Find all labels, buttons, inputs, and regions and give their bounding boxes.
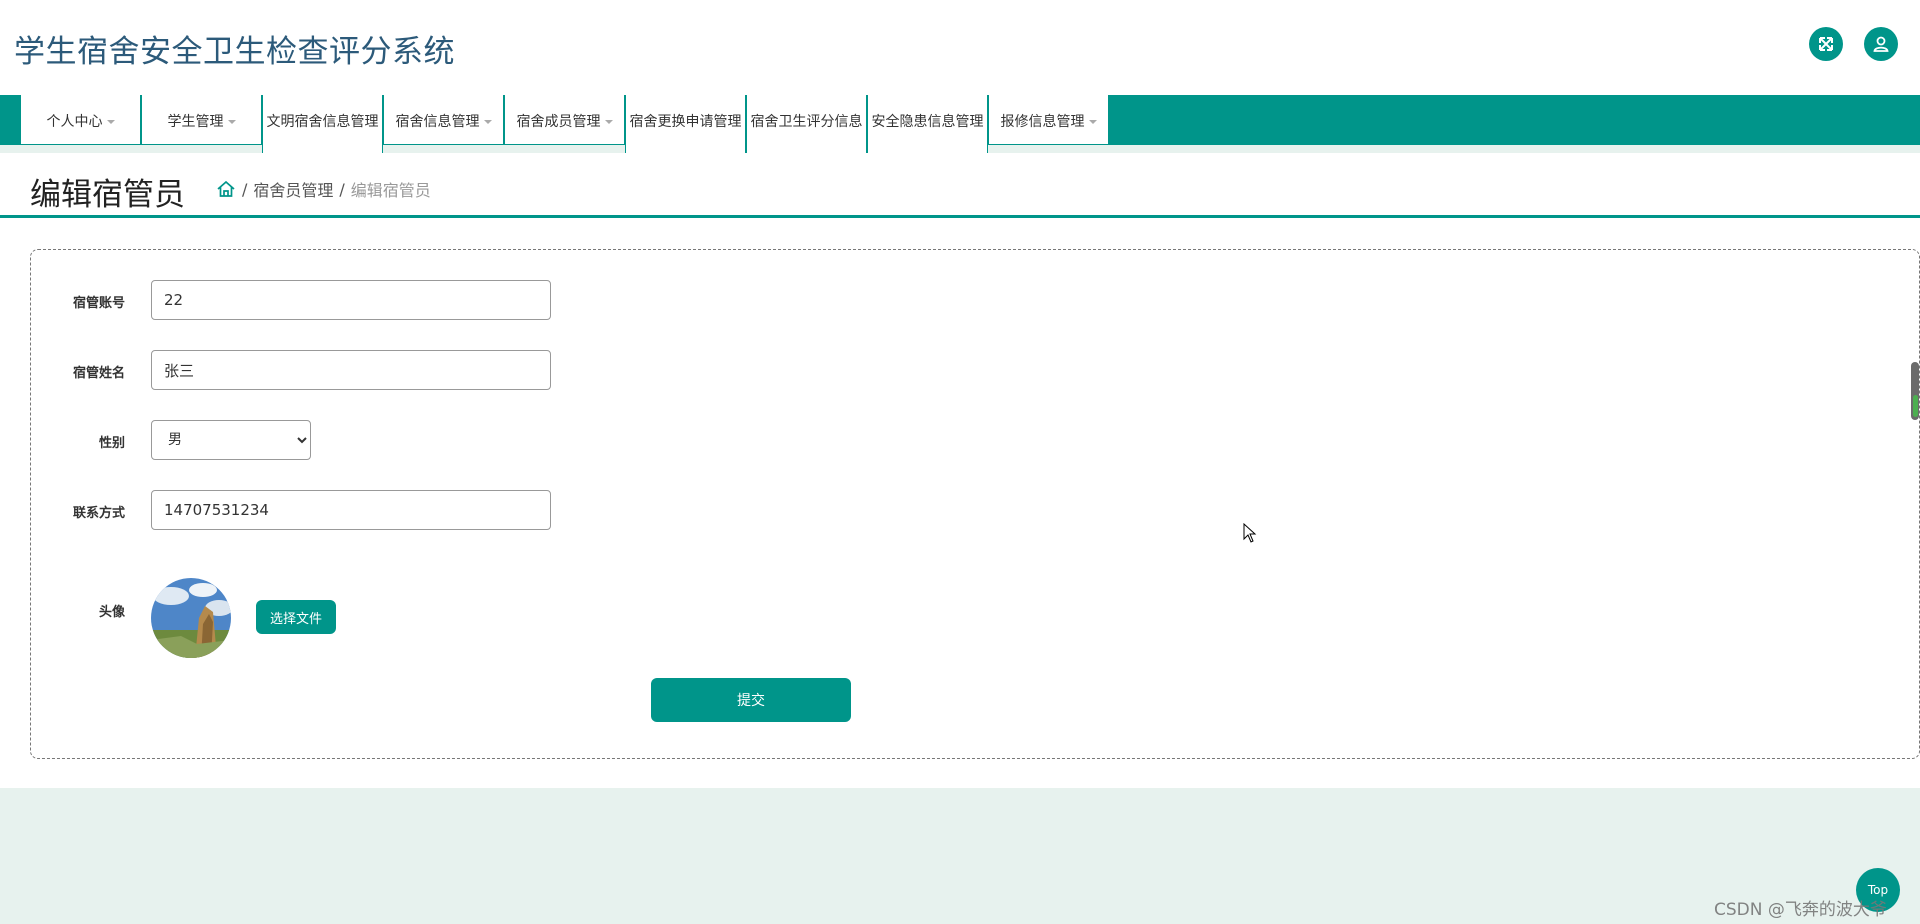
breadcrumb-parent[interactable]: 宿舍员管理: [253, 177, 333, 201]
scrollbar-indicator: [1913, 395, 1918, 417]
caret-down-icon: [604, 120, 613, 124]
caret-down-icon: [1088, 120, 1097, 124]
gender-label: 性别: [98, 436, 125, 451]
user-icon: [1873, 36, 1889, 52]
contact-label: 联系方式: [72, 506, 125, 521]
account-input[interactable]: [151, 280, 551, 320]
nav-item-dorm-info[interactable]: 宿舍信息管理: [383, 95, 504, 145]
avatar-image: [151, 578, 231, 658]
page-header: 编辑宿管员 / 宿舍员管理 / 编辑宿管员: [0, 153, 1920, 218]
nav-label: 文明宿舍信息管理: [266, 114, 379, 130]
name-label: 宿管姓名: [72, 366, 125, 381]
nav-label: 安全隐患信息管理: [871, 114, 984, 130]
breadcrumb-current: 编辑宿管员: [350, 181, 431, 200]
caret-down-icon: [227, 120, 236, 124]
home-icon[interactable]: [216, 179, 236, 199]
nav-item-personal-center[interactable]: 个人中心: [20, 95, 141, 145]
nav-label: 宿舍信息管理: [395, 114, 480, 130]
caret-down-icon: [483, 120, 492, 124]
gender-select[interactable]: 男: [151, 420, 311, 460]
nav-label: 学生管理: [167, 114, 224, 130]
nav-label: 宿舍成员管理: [516, 114, 601, 130]
avatar-label: 头像: [98, 605, 125, 620]
nav-label: 个人中心: [46, 114, 103, 130]
contact-input[interactable]: [151, 490, 551, 530]
breadcrumb: / 宿舍员管理 / 编辑宿管员: [216, 177, 431, 201]
avatar: [151, 578, 231, 658]
fullscreen-icon: [1819, 37, 1833, 51]
choose-file-button[interactable]: 选择文件: [256, 600, 336, 634]
nav-label: 宿舍卫生评分信息: [750, 114, 863, 130]
nav-label: 报修信息管理: [1000, 114, 1085, 130]
breadcrumb-separator: /: [242, 179, 248, 199]
breadcrumb-separator: /: [339, 179, 345, 199]
app-title: 学生宿舍安全卫生检查评分系统: [14, 34, 455, 70]
nav-item-student-management[interactable]: 学生管理: [141, 95, 262, 145]
nav-item-dorm-members[interactable]: 宿舍成员管理: [504, 95, 625, 145]
nav-item-repair-info[interactable]: 报修信息管理: [988, 95, 1109, 145]
nav-label: 宿舍更换申请管理: [629, 114, 742, 130]
app-header: 学生宿舍安全卫生检查评分系统: [0, 0, 1920, 95]
fullscreen-button[interactable]: [1809, 27, 1843, 61]
submit-button[interactable]: 提交: [651, 678, 851, 722]
account-label: 宿管账号: [72, 296, 125, 311]
mouse-cursor-icon: [1243, 523, 1257, 543]
watermark: CSDN @飞奔的波大爷: [1714, 900, 1887, 920]
user-button[interactable]: [1864, 27, 1898, 61]
name-input[interactable]: [151, 350, 551, 390]
caret-down-icon: [106, 120, 115, 124]
page-title: 编辑宿管员: [30, 177, 185, 213]
